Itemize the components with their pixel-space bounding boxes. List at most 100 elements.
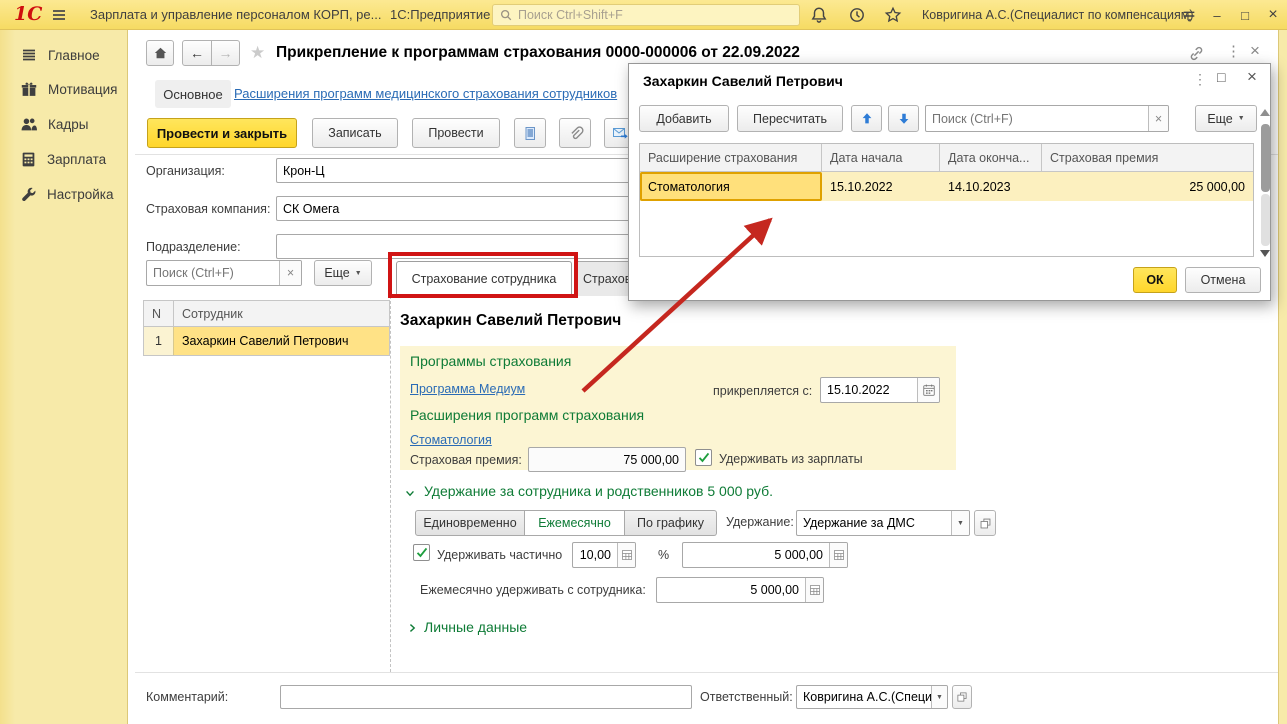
sidebar-item-settings[interactable]: Настройка xyxy=(0,177,127,212)
favorite-star-icon[interactable]: ★ xyxy=(250,44,265,61)
calendar-icon[interactable] xyxy=(917,378,939,402)
quick-menu-icon[interactable] xyxy=(1180,7,1198,24)
sidebar-item-main[interactable]: Главное xyxy=(0,38,127,72)
global-search[interactable] xyxy=(492,4,800,26)
scrollbar-track[interactable] xyxy=(1261,194,1270,246)
window-minimize-button[interactable]: – xyxy=(1206,5,1228,25)
dialog-recalculate-button[interactable]: Пересчитать xyxy=(737,105,843,132)
responsible-label: Ответственный: xyxy=(700,690,793,704)
pane-splitter[interactable] xyxy=(390,296,391,672)
global-search-input[interactable] xyxy=(518,8,778,22)
combo-caret-icon[interactable]: ▼ xyxy=(951,511,969,535)
tab-extensions-link[interactable]: Расширения программ медицинского страхов… xyxy=(234,86,617,101)
combo-caret-icon[interactable]: ▼ xyxy=(931,686,947,708)
department-field[interactable] xyxy=(276,234,640,259)
partial-amount-field[interactable]: 5 000,00 xyxy=(682,542,848,568)
sidebar-item-motivation[interactable]: Мотивация xyxy=(0,72,127,107)
dialog-maximize-icon[interactable]: □ xyxy=(1217,70,1225,84)
post-and-close-button[interactable]: Провести и закрыть xyxy=(147,118,297,148)
comment-input[interactable] xyxy=(280,685,692,709)
org-field[interactable]: Крон-Ц xyxy=(276,158,640,183)
current-user[interactable]: Ковригина А.С.(Специалист по компенсация… xyxy=(922,8,1194,22)
window-close-button[interactable]: × xyxy=(1262,5,1284,25)
responsible-open-button[interactable] xyxy=(952,685,972,709)
favorites-star-icon[interactable] xyxy=(884,6,902,24)
clear-search-icon[interactable]: × xyxy=(1148,106,1168,131)
mode-once-button[interactable]: Единовременно xyxy=(415,510,525,536)
calculator-small-icon[interactable] xyxy=(829,543,847,567)
program-link[interactable]: Программа Медиум xyxy=(410,382,525,396)
tab-employee-insurance[interactable]: Страхование сотрудника xyxy=(396,261,572,296)
monthly-withhold-label: Ежемесячно удерживать с сотрудника: xyxy=(420,583,646,597)
monthly-amount-field[interactable]: 5 000,00 xyxy=(656,577,824,603)
col-premium[interactable]: Страховая премия xyxy=(1042,144,1253,171)
main-menu-icon[interactable] xyxy=(50,7,68,23)
col-end-date[interactable]: Дата оконча... xyxy=(940,144,1042,171)
forward-button[interactable]: → xyxy=(212,40,240,66)
checkmark-icon xyxy=(698,452,709,463)
partial-withhold-checkbox[interactable] xyxy=(413,544,430,561)
sidebar-item-label: Настройка xyxy=(47,187,114,202)
extension-link[interactable]: Стоматология xyxy=(410,433,492,447)
calculator-small-icon[interactable] xyxy=(617,543,635,567)
clear-search-icon[interactable]: × xyxy=(279,261,301,285)
employee-col-n[interactable]: N xyxy=(144,301,174,326)
dialog-close-icon[interactable]: × xyxy=(1247,68,1257,85)
dialog-menu-kebab-icon[interactable]: ⋮ xyxy=(1193,72,1207,86)
sidebar-item-payroll[interactable]: Зарплата xyxy=(0,142,127,177)
withhold-from-salary-checkbox[interactable] xyxy=(695,449,712,466)
table-row[interactable]: 1 Захаркин Савелий Петрович xyxy=(144,327,389,355)
document-structure-button[interactable] xyxy=(514,118,546,148)
dialog-add-button[interactable]: Добавить xyxy=(639,105,729,132)
form-menu-kebab-icon[interactable]: ⋮ xyxy=(1226,44,1241,59)
tab-relatives-insurance[interactable]: Страхова xyxy=(574,261,632,296)
list-search-field[interactable]: × xyxy=(146,260,302,286)
back-button[interactable]: ← xyxy=(182,40,212,66)
dialog-cancel-button[interactable]: Отмена xyxy=(1185,267,1261,293)
personal-data-group-title[interactable]: Личные данные xyxy=(424,619,527,635)
dialog-search-input[interactable] xyxy=(926,111,1148,126)
mode-monthly-button[interactable]: Ежемесячно xyxy=(525,510,625,536)
col-extension[interactable]: Расширение страхования xyxy=(640,144,822,171)
scroll-down-icon[interactable] xyxy=(1260,250,1270,257)
dialog-more-button[interactable]: Еще ▼ xyxy=(1195,105,1257,132)
insurer-field[interactable]: СК Омега xyxy=(276,196,640,221)
attached-from-label: прикрепляется с: xyxy=(713,384,813,398)
sidebar-item-hr[interactable]: Кадры xyxy=(0,107,127,142)
scroll-up-icon[interactable] xyxy=(1260,109,1270,116)
window-maximize-button[interactable]: □ xyxy=(1234,5,1256,25)
post-button[interactable]: Провести xyxy=(412,118,500,148)
move-up-button[interactable] xyxy=(851,105,882,132)
tab-main[interactable]: Основное xyxy=(155,80,231,108)
group-expand-icon[interactable] xyxy=(407,622,418,634)
deduction-group-title[interactable]: Удержание за сотрудника и родственников … xyxy=(424,483,773,499)
dialog-search-field[interactable]: × xyxy=(925,105,1169,132)
document-title: Прикрепление к программам страхования 00… xyxy=(276,44,800,61)
list-more-button[interactable]: Еще ▼ xyxy=(314,260,372,286)
scrollbar-thumb[interactable] xyxy=(1261,124,1270,192)
mode-schedule-button[interactable]: По графику xyxy=(625,510,717,536)
calculator-small-icon[interactable] xyxy=(805,578,823,602)
responsible-combo[interactable]: Ковригина А.С.(Специали ▼ xyxy=(796,685,948,709)
deduction-open-button[interactable] xyxy=(974,510,996,536)
employee-col-name[interactable]: Сотрудник xyxy=(174,307,389,321)
deduction-type-combo[interactable]: Удержание за ДМС ▼ xyxy=(796,510,970,536)
list-search-input[interactable] xyxy=(147,266,279,280)
dialog-ok-button[interactable]: ОК xyxy=(1133,267,1177,293)
col-start-date[interactable]: Дата начала xyxy=(822,144,940,171)
employee-extensions-dialog: Захаркин Савелий Петрович ⋮ □ × Добавить… xyxy=(628,63,1271,301)
premium-field[interactable]: 75 000,00 xyxy=(528,447,686,472)
table-row[interactable]: Стоматология 15.10.2022 14.10.2023 25 00… xyxy=(640,172,1253,201)
group-collapse-icon[interactable] xyxy=(404,488,416,499)
get-link-icon[interactable] xyxy=(1188,45,1205,62)
attachments-button[interactable] xyxy=(559,118,591,148)
move-down-button[interactable] xyxy=(888,105,919,132)
history-icon[interactable] xyxy=(848,6,866,24)
notifications-bell-icon[interactable] xyxy=(810,6,828,24)
attached-from-date-field[interactable]: 15.10.2022 xyxy=(820,377,940,403)
detail-heading: Захаркин Савелий Петрович xyxy=(400,312,622,329)
partial-percent-field[interactable]: 10,00 xyxy=(572,542,636,568)
form-close-icon[interactable]: × xyxy=(1250,42,1260,59)
save-button[interactable]: Записать xyxy=(312,118,398,148)
home-button[interactable] xyxy=(146,40,174,66)
